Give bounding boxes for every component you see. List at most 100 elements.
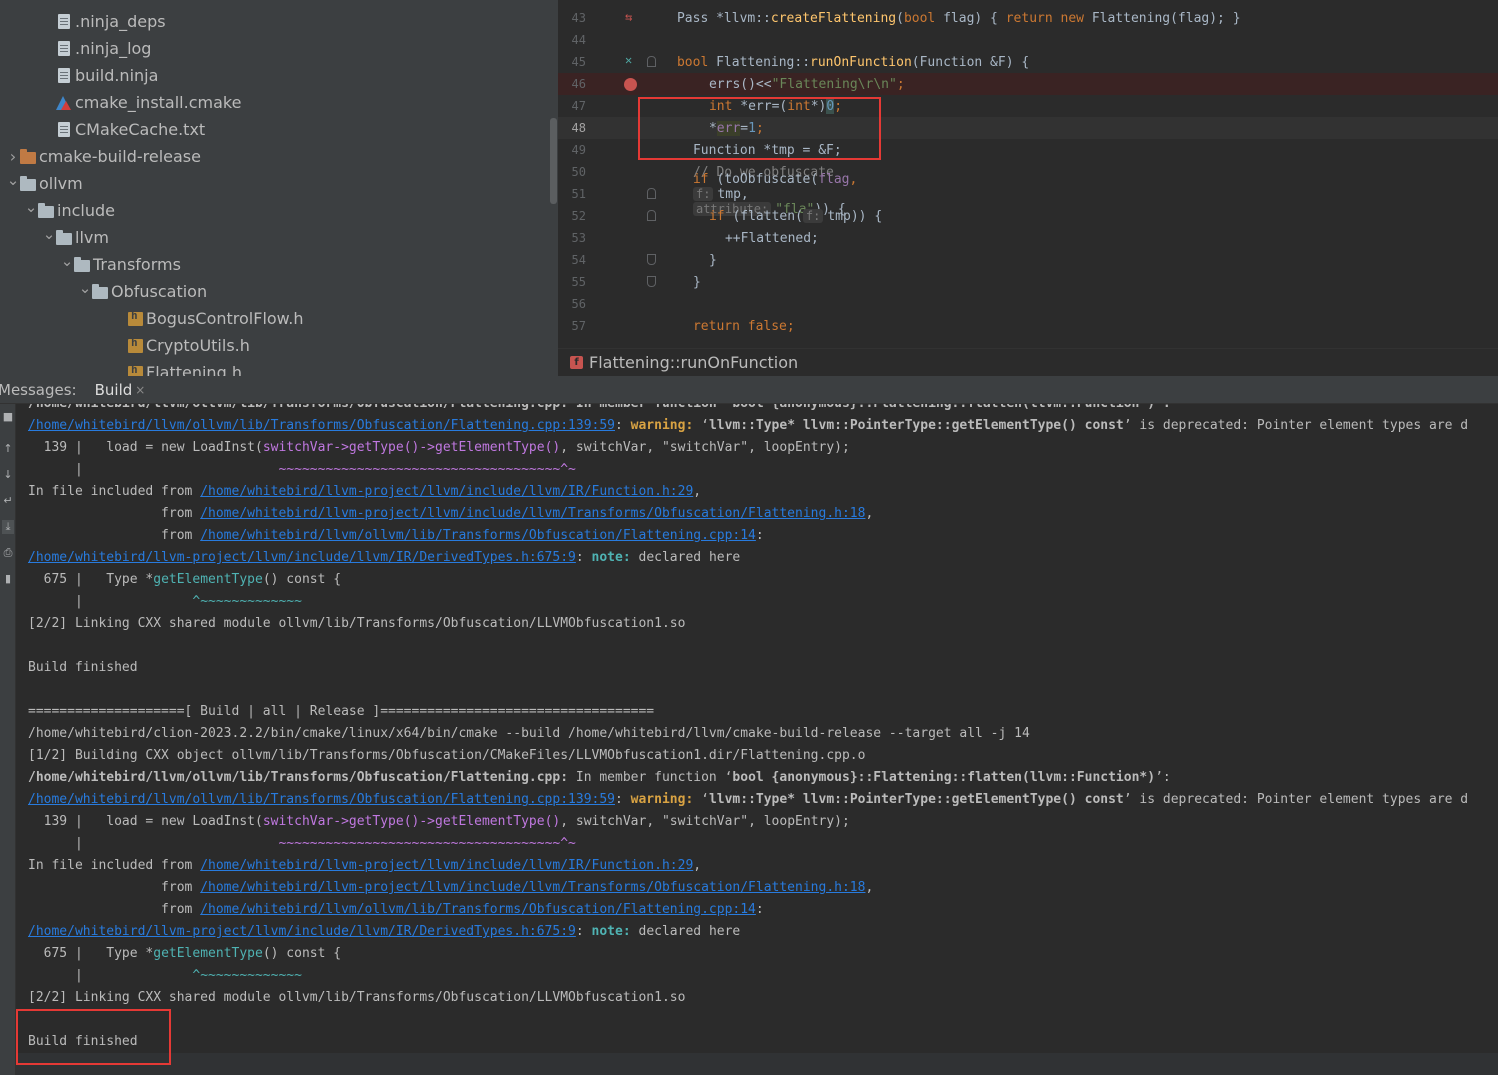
- file-link[interactable]: /home/whitebird/llvm-project/llvm/includ…: [28, 924, 576, 939]
- code-line-43[interactable]: 43 ⇆ Pass *llvm::createFlattening(bool f…: [558, 7, 1498, 29]
- trash-icon[interactable]: ▮: [2, 572, 14, 585]
- file-link[interactable]: /home/whitebird/llvm/ollvm/lib/Transform…: [200, 528, 756, 543]
- file-link[interactable]: /home/whitebird/llvm/ollvm/lib/Transform…: [28, 418, 615, 433]
- chevron-down-icon[interactable]: ⌄: [60, 252, 74, 270]
- output-line: /home/whitebird/llvm/ollvm/lib/Transform…: [28, 792, 1469, 807]
- tree-item-label: cmake_install.cmake: [75, 93, 242, 112]
- folder-orange-icon: [20, 148, 36, 164]
- line-number: 56: [571, 297, 586, 311]
- line-number: 46: [571, 77, 586, 91]
- tree-item[interactable]: CryptoUtils.h: [0, 332, 558, 359]
- tree-item[interactable]: ⌄ Obfuscation: [0, 278, 558, 305]
- code-token: }: [708, 252, 717, 268]
- chevron-right-icon[interactable]: ›: [6, 147, 20, 166]
- chevron-down-icon[interactable]: ⌄: [24, 198, 38, 216]
- tree-item[interactable]: CMakeCache.txt: [0, 116, 558, 143]
- output-text: ‘: [693, 792, 709, 807]
- close-tab-icon[interactable]: ×: [135, 383, 145, 397]
- tree-item[interactable]: ⌄ llvm: [0, 224, 558, 251]
- tree-item[interactable]: ⌄ include: [0, 197, 558, 224]
- output-line: [1/2] Building CXX object ollvm/lib/Tran…: [28, 748, 866, 763]
- output-text: () const {: [262, 572, 342, 587]
- tree-item[interactable]: Flattening.h: [0, 359, 558, 376]
- up-arrow-icon[interactable]: ↑: [2, 442, 14, 455]
- output-text: ~~~~~~~~~~~~~~~~~~~~~~~~~~~~~~~~~~~~^~: [82, 836, 576, 851]
- output-text: ’ is deprecated: Pointer element types a…: [1123, 792, 1469, 807]
- file-link[interactable]: /home/whitebird/llvm-project/llvm/includ…: [28, 550, 576, 565]
- stop-icon[interactable]: ■: [2, 410, 14, 423]
- output-text: load = new LoadInst(: [82, 814, 263, 829]
- down-arrow-icon[interactable]: ↓: [2, 468, 14, 481]
- tree-item[interactable]: .ninja_log: [0, 35, 558, 62]
- tree-item[interactable]: ⌄ ollvm: [0, 170, 558, 197]
- code-line-57[interactable]: 57 return false;: [558, 315, 1498, 337]
- output-line: | ^~~~~~~~~~~~~~: [28, 591, 302, 613]
- project-tree[interactable]: .ninja_deps .ninja_log build.ninja cmake_in…: [0, 0, 558, 376]
- tree-item-label: cmake-build-release: [39, 147, 201, 166]
- ninja-file-icon: [58, 68, 70, 83]
- output-line: /home/whitebird/clion-2023.2.2/bin/cmake…: [28, 726, 1030, 741]
- file-link[interactable]: /home/whitebird/llvm-project/llvm/includ…: [200, 858, 693, 873]
- scroll-to-end-icon[interactable]: ⤓: [2, 520, 14, 534]
- file-link[interactable]: /home/whitebird/llvm-project/llvm/includ…: [200, 506, 865, 521]
- code-token: (toObfuscate(: [708, 171, 819, 187]
- output-text: switchVar->getType()->getElementType(): [262, 814, 561, 829]
- tree-item[interactable]: cmake_install.cmake: [0, 89, 558, 116]
- chevron-down-icon[interactable]: ⌄: [78, 279, 92, 297]
- output-text: load = new LoadInst(: [82, 440, 263, 455]
- file-link[interactable]: /home/whitebird/llvm/ollvm/lib/Transform…: [200, 902, 756, 917]
- code-token: return false: [692, 318, 787, 334]
- breadcrumb-label[interactable]: Flattening::runOnFunction: [589, 353, 798, 372]
- output-text: |: [28, 968, 83, 983]
- output-text: ‘: [693, 418, 709, 433]
- warning-label: warning:: [630, 418, 694, 433]
- output-text: from: [28, 880, 201, 895]
- output-line: /home/whitebird/llvm/ollvm/lib/Transform…: [28, 404, 1171, 415]
- output-line: from /home/whitebird/llvm/ollvm/lib/Tran…: [28, 902, 764, 917]
- output-text: ’:: [1155, 770, 1171, 785]
- line-number: 51: [571, 187, 586, 201]
- tree-item[interactable]: › cmake-build-release: [0, 143, 558, 170]
- output-text: |: [28, 836, 83, 851]
- tree-item[interactable]: BogusControlFlow.h: [0, 305, 558, 332]
- output-line: from /home/whitebird/llvm/ollvm/lib/Tran…: [28, 528, 764, 543]
- output-line: /home/whitebird/llvm-project/llvm/includ…: [28, 924, 741, 939]
- file-link[interactable]: /home/whitebird/llvm/ollvm/lib/Transform…: [28, 792, 615, 807]
- output-text: getElementType: [153, 572, 263, 587]
- tree-item[interactable]: ⌄ Transforms: [0, 251, 558, 278]
- highlight-box: [16, 1009, 171, 1065]
- output-text: 139 |: [28, 814, 83, 829]
- tree-item-label: .ninja_deps: [75, 12, 166, 31]
- horizontal-scrollbar[interactable]: [16, 1053, 1498, 1075]
- code-editor[interactable]: 43 ⇆ Pass *llvm::createFlattening(bool f…: [558, 0, 1498, 348]
- output-text: 675 |: [28, 946, 83, 961]
- code-token: flag: [818, 171, 850, 187]
- tree-item[interactable]: build.ninja: [0, 62, 558, 89]
- file-link[interactable]: /home/whitebird/llvm-project/llvm/includ…: [200, 484, 693, 499]
- soft-wrap-icon[interactable]: ↵: [2, 494, 14, 507]
- tree-item[interactable]: .ninja_deps: [0, 8, 558, 35]
- print-icon[interactable]: ⎙: [2, 546, 14, 560]
- tab-build[interactable]: Build: [95, 381, 133, 399]
- line-number: 55: [571, 275, 586, 289]
- override-icon[interactable]: ⇆: [625, 10, 632, 24]
- header-file-icon: [128, 363, 143, 376]
- output-line: [2/2] Linking CXX shared module ollvm/li…: [28, 990, 686, 1005]
- warning-label: warning:: [630, 792, 694, 807]
- output-text: from: [28, 528, 201, 543]
- line-number: 44: [571, 33, 586, 47]
- build-output[interactable]: /home/whitebird/llvm/ollvm/lib/Transform…: [16, 404, 1498, 1075]
- file-link[interactable]: /home/whitebird/llvm-project/llvm/includ…: [200, 880, 865, 895]
- breadcrumb[interactable]: f Flattening::runOnFunction: [558, 348, 1498, 376]
- code-token: createFlattening: [770, 10, 897, 26]
- chevron-down-icon[interactable]: ⌄: [6, 171, 20, 189]
- output-text: /home/whitebird/llvm/ollvm/lib/Transform…: [28, 770, 569, 785]
- chevron-down-icon[interactable]: ⌄: [42, 225, 56, 243]
- fold-end-icon[interactable]: [647, 276, 656, 287]
- tree-scrollbar[interactable]: [550, 118, 557, 204]
- code-token: ,: [849, 171, 858, 187]
- code-token: ;: [896, 76, 905, 92]
- output-text: ^~~~~~~~~~~~~~: [82, 968, 302, 983]
- code-line-55[interactable]: 55 }: [558, 271, 1498, 293]
- note-label: note:: [591, 924, 631, 939]
